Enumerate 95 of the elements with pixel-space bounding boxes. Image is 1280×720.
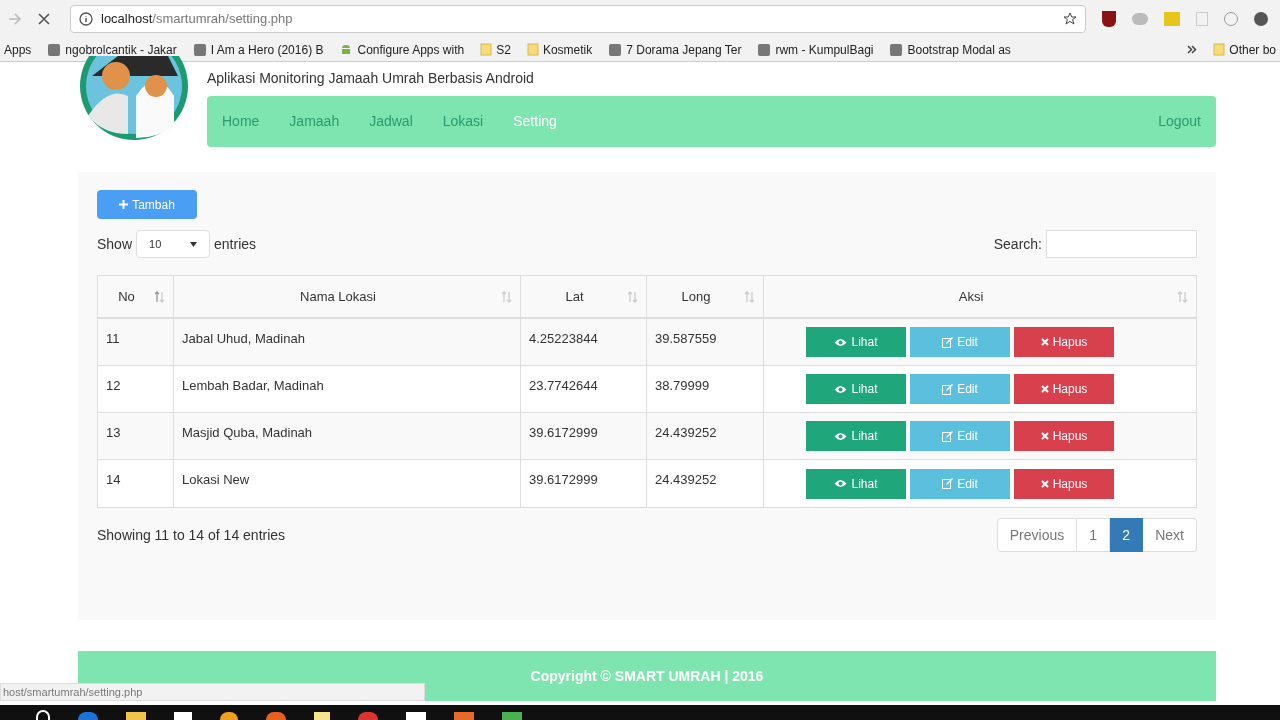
bookmark-link[interactable]: I Am a Hero (2016) B — [192, 40, 324, 59]
edit-icon — [942, 383, 954, 395]
close-icon — [1040, 385, 1049, 393]
column-header[interactable]: Nama Lokasi — [174, 276, 521, 317]
logout-link[interactable]: Logout — [1158, 111, 1201, 132]
next-button[interactable]: Next — [1143, 518, 1197, 552]
eye-icon — [834, 337, 848, 347]
copyright-text: Copyright © SMART UMRAH | 2016 — [530, 666, 764, 686]
shield-icon[interactable] — [1102, 11, 1116, 27]
entries-select[interactable]: 10 — [136, 230, 211, 258]
sort-icon — [628, 290, 638, 303]
search-field[interactable] — [1046, 230, 1197, 258]
previous-button[interactable]: Previous — [996, 518, 1078, 552]
address-bar[interactable]: localhost/smartumrah/setting.php — [70, 5, 1086, 33]
page-button[interactable]: 2 — [1110, 518, 1144, 552]
info-icon — [79, 12, 93, 26]
sort-icon — [745, 290, 755, 303]
eye-icon — [834, 384, 848, 394]
nav-link[interactable]: Jamaah — [289, 111, 340, 132]
edit-icon — [942, 478, 954, 489]
sort-icon — [155, 290, 165, 303]
close-icon — [1040, 432, 1049, 440]
entries-label: entries — [214, 234, 257, 254]
search-label: Search: — [993, 234, 1042, 254]
bookmark-link[interactable]: rwm - KumpulBagi — [757, 40, 874, 59]
bookmark-link[interactable]: S2 — [480, 40, 511, 59]
show-label: Show — [97, 234, 133, 254]
column-header[interactable]: Lat — [521, 276, 647, 317]
folder-icon — [526, 43, 539, 56]
site-icon — [192, 42, 207, 57]
eye-icon — [834, 479, 848, 488]
table-cell: Masjid Quba, Madinah — [174, 413, 521, 459]
column-header[interactable]: Aksi — [764, 276, 1196, 317]
table-cell: 24.439252 — [647, 460, 764, 507]
site-icon — [608, 42, 623, 57]
close-icon — [1040, 338, 1049, 346]
nav-link[interactable]: Lokasi — [442, 111, 484, 132]
site-icon — [757, 42, 772, 57]
sort-icon — [502, 290, 512, 303]
sort-icon — [1178, 290, 1188, 303]
bookmark-link[interactable]: Configure Apps with — [339, 40, 465, 59]
table-cell: 39.587559 — [647, 319, 764, 365]
table-cell: 39.6172999 — [521, 413, 647, 459]
nav-link[interactable]: Home — [222, 111, 260, 132]
table-cell: 38.79999 — [647, 366, 764, 412]
table-cell: Lembah Badar, Madinah — [174, 366, 521, 412]
view-button[interactable]: Lihat — [806, 421, 906, 451]
entries-info: Showing 11 to 14 of 14 entries — [97, 525, 286, 545]
table-cell: 12 — [98, 366, 174, 412]
view-button[interactable]: Lihat — [806, 327, 906, 357]
table-cell: 13 — [98, 413, 174, 459]
url-text: localhost/smartumrah/setting.php — [101, 10, 293, 29]
folder-icon — [1213, 43, 1226, 56]
plus-icon — [119, 200, 129, 209]
table-cell: Lokasi New — [174, 460, 521, 507]
star-icon[interactable] — [1063, 12, 1077, 26]
table-cell: Jabal Uhud, Madinah — [174, 319, 521, 365]
search-icon[interactable] — [36, 710, 50, 720]
page-button[interactable]: 1 — [1077, 518, 1111, 552]
nav-link[interactable]: Jadwal — [369, 111, 413, 132]
eye-icon — [834, 431, 848, 441]
table-cell: 23.7742644 — [521, 366, 647, 412]
view-button[interactable]: Lihat — [806, 374, 906, 404]
column-header[interactable]: No — [98, 276, 174, 317]
bookmark-link[interactable]: Bootstrap Modal as — [889, 40, 1011, 59]
close-icon — [1040, 479, 1049, 488]
close-icon[interactable] — [38, 13, 50, 25]
bookmark-link[interactable]: Kosmetik — [526, 40, 593, 59]
app-subtitle: Aplikasi Monitoring Jamaah Umrah Berbasis Android — [207, 69, 535, 88]
edit-icon — [942, 430, 954, 442]
site-icon — [47, 42, 62, 57]
add-button[interactable]: Tambah — [97, 190, 197, 219]
more-bookmarks-icon[interactable] — [1187, 45, 1198, 54]
caret-icon — [190, 241, 198, 247]
site-icon — [889, 42, 904, 57]
table-cell: 24.439252 — [647, 413, 764, 459]
edit-icon — [942, 336, 954, 348]
folder-icon — [480, 43, 493, 56]
table-cell: 39.6172999 — [521, 460, 647, 507]
bookmark-link[interactable]: Other bo — [1213, 40, 1280, 59]
table-cell: 11 — [98, 319, 174, 365]
table-cell: 14 — [98, 460, 174, 507]
view-button[interactable]: Lihat — [806, 468, 906, 499]
status-url: host/smartumrah/setting.php — [0, 683, 425, 701]
delete-button[interactable]: Hapus — [1014, 374, 1114, 404]
delete-button[interactable]: Hapus — [1014, 327, 1114, 357]
bookmark-link[interactable]: ngobrolcantik - Jakar — [47, 40, 177, 59]
forward-icon[interactable] — [8, 13, 22, 25]
bookmark-link[interactable]: 7 Dorama Jepang Ter — [608, 40, 742, 59]
apps-link[interactable]: Apps — [4, 40, 32, 59]
column-header[interactable]: Long — [647, 276, 764, 317]
extension-icon[interactable] — [1254, 12, 1268, 26]
delete-button[interactable]: Hapus — [1014, 421, 1114, 451]
delete-button[interactable]: Hapus — [1014, 468, 1114, 499]
table-cell: 4.25223844 — [521, 319, 647, 365]
